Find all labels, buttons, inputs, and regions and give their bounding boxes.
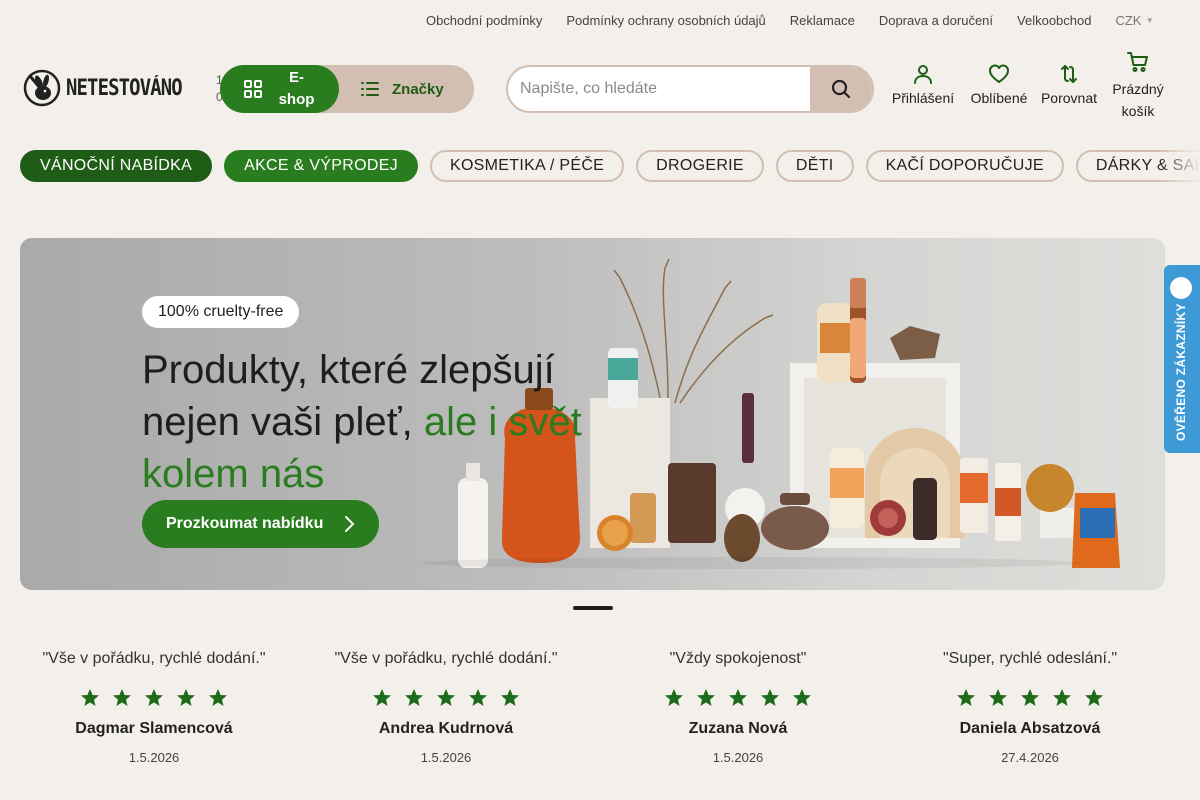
star-icon <box>113 689 131 706</box>
star-icon <box>1053 689 1071 706</box>
search-icon <box>831 79 851 99</box>
eshop-label: E-shop <box>278 69 315 108</box>
review-quote: "Vše v pořádku, rychlé dodání." <box>334 650 558 667</box>
review-card: "Super, rychlé odeslání." Daniela Absatz… <box>890 650 1170 765</box>
review-author: Zuzana Nová <box>688 720 788 737</box>
brands-label: Značky <box>392 80 444 98</box>
star-icon <box>145 689 163 706</box>
category-kids[interactable]: DĚTI <box>775 150 854 182</box>
search-button[interactable] <box>810 67 872 111</box>
review-card: "Vždy spokojenost" Zuzana Nová 1.5.2026 <box>598 650 878 765</box>
review-card: "Vše v pořádku, rychlé dodání." Dagmar S… <box>14 650 294 765</box>
verified-badge-icon <box>1170 277 1192 299</box>
login-button[interactable]: Přihlášení <box>886 62 960 106</box>
verified-customers-tab[interactable]: OVĚŘENO ZÁKAZNÍKY <box>1164 265 1200 453</box>
review-date: 1.5.2026 <box>128 750 180 765</box>
user-icon <box>914 65 932 84</box>
review-author: Daniela Absatzová <box>959 720 1101 737</box>
star-rating <box>306 688 586 710</box>
star-rating <box>598 688 878 710</box>
chevron-right-icon <box>345 516 355 532</box>
star-icon <box>957 689 975 706</box>
category-cosmetics[interactable]: KOSMETIKA / PÉČE <box>429 150 625 182</box>
category-fade <box>1160 150 1200 182</box>
star-icon <box>989 689 1007 706</box>
star-icon <box>405 689 423 706</box>
cart-icon <box>1127 52 1148 72</box>
hero-headline: Produkty, které zlepšují nejen vaši pleť… <box>142 344 612 500</box>
search-input[interactable] <box>508 67 808 111</box>
nav-pill: E-shop Značky <box>220 65 474 113</box>
star-icon <box>469 689 487 706</box>
star-icon <box>373 689 391 706</box>
review-author: Dagmar Slamencová <box>75 720 233 737</box>
search-box <box>506 65 874 113</box>
verified-label: OVĚŘENO ZÁKAZNÍKY <box>1174 303 1188 441</box>
star-rating <box>890 688 1170 710</box>
compare-label: Porovnat <box>1040 90 1098 106</box>
category-recommended[interactable]: KAČÍ DOPORUČUJE <box>865 150 1064 182</box>
login-label: Přihlášení <box>891 90 955 106</box>
chevron-down-icon: ▾ <box>1147 14 1152 25</box>
logo-rabbit-icon <box>23 69 61 107</box>
carousel-indicator[interactable] <box>573 606 613 610</box>
heart-icon <box>989 64 1009 83</box>
review-date: 27.4.2026 <box>1001 750 1059 765</box>
link-wholesale[interactable]: Velkoobchod <box>1017 13 1091 28</box>
review-quote: "Vždy spokojenost" <box>669 650 807 667</box>
star-icon <box>209 689 227 706</box>
review-quote: "Vše v pořádku, rychlé dodání." <box>42 650 266 667</box>
favorites-button[interactable]: Oblíbené <box>964 62 1034 106</box>
star-icon <box>793 689 811 706</box>
link-privacy[interactable]: Podmínky ochrany osobních údajů <box>566 13 765 28</box>
list-icon <box>361 82 379 96</box>
category-sale[interactable]: AKCE & VÝPRODEJ <box>224 150 418 182</box>
explore-button[interactable]: Prozkoumat nabídku <box>142 500 379 548</box>
hero-banner: 100% cruelty-free Produkty, které zlepšu… <box>20 238 1165 590</box>
eshop-button[interactable]: E-shop <box>220 65 339 113</box>
cart-label: Prázdný košík <box>1112 81 1164 119</box>
star-icon <box>697 689 715 706</box>
favorites-label: Oblíbené <box>970 90 1028 106</box>
star-icon <box>501 689 519 706</box>
star-icon <box>665 689 683 706</box>
review-author: Andrea Kudrnová <box>378 720 514 737</box>
star-icon <box>761 689 779 706</box>
grid-icon <box>243 80 262 98</box>
cart-button[interactable]: Prázdný košík <box>1102 50 1174 122</box>
review-date: 1.5.2026 <box>712 750 764 765</box>
star-icon <box>177 689 195 706</box>
explore-label: Prozkoumat nabídku <box>166 515 324 532</box>
star-icon <box>1085 689 1103 706</box>
link-terms[interactable]: Obchodní podmínky <box>426 13 542 28</box>
compare-button[interactable]: Porovnat <box>1036 62 1102 106</box>
star-icon <box>437 689 455 706</box>
reviews-section: "Vše v pořádku, rychlé dodání." Dagmar S… <box>0 650 1200 780</box>
compare-icon <box>1061 65 1077 83</box>
top-links-bar: Obchodní podmínky Podmínky ochrany osobn… <box>0 0 1200 40</box>
site-header: NETESTOVÁNO 1 0 E-shop Značky Napište, c… <box>20 52 1180 119</box>
logo-text: NETESTOVÁNO <box>66 75 183 101</box>
category-nav: VÁNOČNÍ NABÍDKA AKCE & VÝPRODEJ KOSMETIK… <box>20 150 1200 182</box>
review-card: "Vše v pořádku, rychlé dodání." Andrea K… <box>306 650 586 765</box>
brands-button[interactable]: Značky <box>360 65 444 113</box>
review-date: 1.5.2026 <box>420 750 472 765</box>
category-drugstore[interactable]: DROGERIE <box>636 150 764 182</box>
star-icon <box>729 689 747 706</box>
review-quote: "Super, rychlé odeslání." <box>942 650 1118 667</box>
category-christmas[interactable]: VÁNOČNÍ NABÍDKA <box>20 150 213 182</box>
star-icon <box>1021 689 1039 706</box>
currency-selector[interactable]: CZK ▾ <box>1115 13 1152 28</box>
logo[interactable]: NETESTOVÁNO <box>22 68 201 108</box>
currency-label: CZK <box>1115 12 1142 28</box>
link-shipping[interactable]: Doprava a doručení <box>879 13 993 28</box>
hero-badge: 100% cruelty-free <box>142 296 300 328</box>
link-complaints[interactable]: Reklamace <box>790 13 855 28</box>
star-rating <box>14 688 294 710</box>
star-icon <box>81 689 99 706</box>
